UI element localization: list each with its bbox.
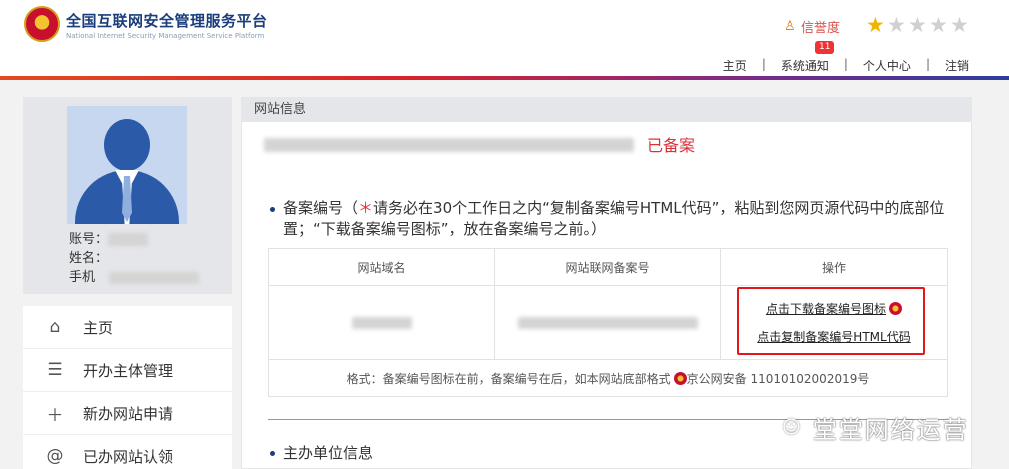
top-nav: 主页 | 系统通知 | 个人中心 | 注销 xyxy=(723,57,969,74)
sidebar-menu: ⌂ 主页 ☰ 开办主体管理 ＋ 新办网站申请 @ 已办网站认领 xyxy=(23,306,232,469)
sidebar-item-label: 开办主体管理 xyxy=(83,361,174,380)
required-asterisk: ＊ xyxy=(358,199,374,217)
section-bullet xyxy=(270,451,275,456)
account-field: 账号： xyxy=(69,228,149,247)
sidebar-item-entity-management[interactable]: ☰ 开办主体管理 xyxy=(23,349,232,392)
watermark-text: 堂堂网络运营 xyxy=(812,416,969,444)
redacted-record-number xyxy=(517,317,698,329)
watermark: ☺ 堂堂网络运营 xyxy=(782,410,969,445)
phone-label: 手机 xyxy=(69,270,96,285)
user-shield-icon: ♙ xyxy=(784,18,796,34)
panel-title: 网站信息 xyxy=(242,98,971,122)
table-header: 网站联网备案号 xyxy=(494,248,721,286)
nav-separator: | xyxy=(925,57,930,71)
top-header: 全国互联网安全管理服务平台 National Internet Security… xyxy=(0,0,1009,80)
table-header: 操作 xyxy=(720,248,948,286)
star-empty-icon: ★ xyxy=(950,13,969,37)
wechat-icon: ☺ xyxy=(782,417,803,438)
plus-icon: ＋ xyxy=(46,405,64,426)
list-icon: ☰ xyxy=(47,360,63,380)
record-instruction-text: 请务必在30个工作日之内“复制备案编号HTML代码”，粘贴到您网页源代码中的底部… xyxy=(283,199,945,238)
nav-personal-center-link[interactable]: 个人中心 xyxy=(863,57,911,74)
nav-separator: | xyxy=(761,57,766,71)
credit-rating-label: ♙ 信誉度 xyxy=(784,17,840,36)
format-example: 京公网安备 11010102002019号 xyxy=(686,371,870,386)
nav-logout-link[interactable]: 注销 xyxy=(945,57,969,74)
redacted-domain xyxy=(264,134,964,156)
redacted-account xyxy=(108,233,149,246)
credit-text: 信誉度 xyxy=(801,21,841,36)
redacted-phone xyxy=(109,271,200,284)
format-prefix: 格式：备案编号图标在前，备案编号在后，如本网站底部格式 xyxy=(346,371,671,386)
nav-home-link[interactable]: 主页 xyxy=(723,57,747,74)
record-number-instructions: 备案编号（＊请务必在30个工作日之内“复制备案编号HTML代码”，粘贴到您网页源… xyxy=(283,198,973,240)
police-emblem-icon xyxy=(673,371,687,385)
site-subtitle: National Internet Security Management Se… xyxy=(66,32,265,40)
account-label: 账号： xyxy=(69,232,109,247)
sidebar-item-new-site-application[interactable]: ＋ 新办网站申请 xyxy=(23,392,232,435)
at-icon: @ xyxy=(46,446,64,466)
sidebar-item-home[interactable]: ⌂ 主页 xyxy=(23,306,232,349)
format-note: 格式：备案编号图标在前，备案编号在后，如本网站底部格式 京公网安备 1101010… xyxy=(268,359,948,397)
sidebar-item-claim-site[interactable]: @ 已办网站认领 xyxy=(23,435,232,469)
redacted-domain-cell xyxy=(351,317,412,329)
star-filled-icon: ★ xyxy=(866,13,885,37)
highlight-box xyxy=(737,287,925,355)
nav-separator: | xyxy=(843,57,848,71)
profile-card: 账号： 姓名： 手机 xyxy=(23,97,232,294)
police-emblem-icon xyxy=(24,6,60,42)
name-label: 姓名： xyxy=(69,251,109,266)
star-empty-icon: ★ xyxy=(929,13,948,37)
table-header: 网站域名 xyxy=(268,248,495,286)
header-divider-bar xyxy=(0,76,1009,80)
section-bullet xyxy=(270,207,275,212)
sidebar-item-label: 主页 xyxy=(83,318,114,337)
sidebar-item-label: 已办网站认领 xyxy=(83,447,174,466)
phone-field: 手机 xyxy=(69,266,200,285)
star-empty-icon: ★ xyxy=(908,13,927,37)
table-cell-domain xyxy=(268,285,495,360)
credit-stars: ★ ★ ★ ★ ★ xyxy=(866,14,971,36)
record-section-title: 备案编号（ xyxy=(283,199,359,217)
nav-notices-link[interactable]: 系统通知 xyxy=(781,57,829,74)
table-cell-record-number xyxy=(494,285,721,360)
sponsor-section-title: 主办单位信息 xyxy=(283,444,374,462)
sidebar-item-label: 新办网站申请 xyxy=(83,404,174,423)
name-field: 姓名： xyxy=(69,247,108,266)
avatar xyxy=(67,106,187,224)
notification-count-badge: 11 xyxy=(815,41,835,54)
star-empty-icon: ★ xyxy=(887,13,906,37)
site-title: 全国互联网安全管理服务平台 xyxy=(66,12,268,30)
home-icon: ⌂ xyxy=(49,317,61,337)
filing-status: 已备案 xyxy=(647,136,696,155)
